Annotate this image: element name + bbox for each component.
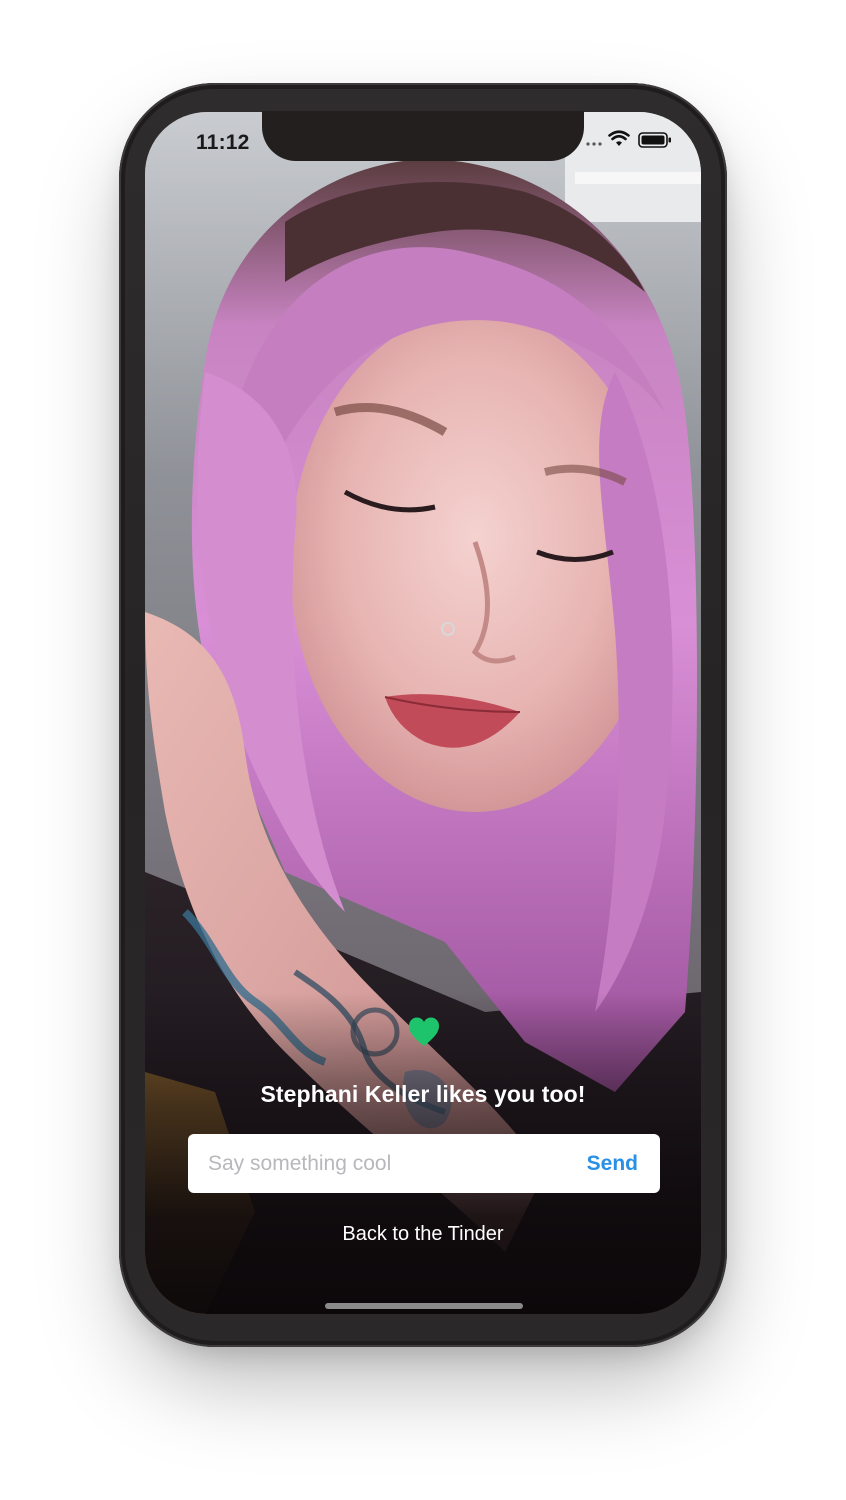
- message-composer: Send: [188, 1134, 660, 1193]
- mockup-stage: 11:12 Stephani Keller likes you too! Sen…: [0, 0, 846, 1500]
- wifi-icon: [608, 130, 630, 146]
- match-title: Stephani Keller likes you too!: [260, 1081, 586, 1107]
- status-icons: [586, 128, 682, 156]
- battery-icon: [638, 132, 671, 148]
- camera-notch: [262, 111, 584, 161]
- home-indicator[interactable]: [325, 1303, 523, 1309]
- status-time: 11:12: [196, 131, 250, 154]
- signal-dots-icon: [586, 142, 602, 146]
- send-button[interactable]: Send: [587, 1134, 638, 1193]
- back-to-tinder-link[interactable]: Back to the Tinder: [145, 1223, 701, 1246]
- heart-icon: [409, 1017, 439, 1046]
- message-input[interactable]: [208, 1134, 568, 1193]
- match-heart: [407, 1016, 441, 1048]
